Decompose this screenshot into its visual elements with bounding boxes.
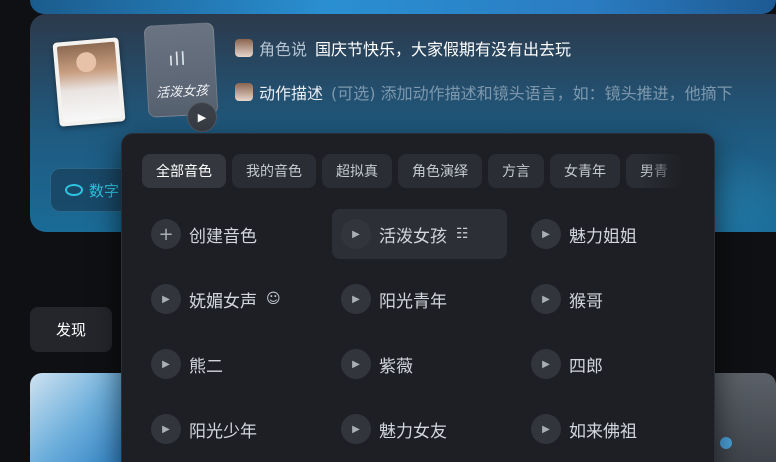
- dialogue-line[interactable]: 角色说 国庆节快乐，大家假期有没有出去玩: [235, 36, 571, 60]
- play-icon[interactable]: ▶: [341, 349, 371, 379]
- dialogue-label: 角色说: [259, 40, 308, 59]
- voice-label: 紫薇: [379, 356, 413, 377]
- voice-option[interactable]: ▶ 活泼女孩 ☷: [332, 209, 507, 259]
- play-icon[interactable]: ▶: [151, 349, 181, 379]
- tab-young-male[interactable]: 男青: [626, 154, 682, 188]
- voice-label: 四郎: [569, 356, 603, 377]
- play-icon[interactable]: ▶: [341, 219, 371, 249]
- top-banner-strip: [30, 0, 776, 14]
- digital-human-button[interactable]: 数字: [50, 168, 130, 212]
- voice-option[interactable]: ▶ 熊二: [142, 339, 317, 389]
- voice-label: 魅力女友: [379, 421, 447, 442]
- voice-option[interactable]: ▶ 阳光青年: [332, 274, 507, 324]
- voice-label: 妩媚女声: [189, 291, 257, 312]
- voice-label: 创建音色: [189, 226, 257, 247]
- voice-option[interactable]: ▶ 猴哥: [522, 274, 697, 324]
- voice-option[interactable]: ▶ 魅力女友: [332, 404, 507, 454]
- tab-role-play[interactable]: 角色演绎: [398, 154, 482, 188]
- play-icon[interactable]: ▶: [341, 284, 371, 314]
- play-icon[interactable]: ▶: [531, 349, 561, 379]
- voice-label: 阳光少年: [189, 421, 257, 442]
- voice-file-name: 活泼女孩: [155, 83, 209, 102]
- play-icon[interactable]: ▶: [187, 102, 217, 132]
- tab-young-female[interactable]: 女青年: [550, 154, 620, 188]
- mini-avatar: [235, 39, 253, 57]
- action-line[interactable]: 动作描述 (可选) 添加动作描述和镜头语言，如：镜头推进，他摘下: [235, 80, 733, 104]
- eye-icon: [65, 184, 83, 196]
- create-voice-button[interactable]: + 创建音色: [142, 209, 317, 259]
- voice-option[interactable]: ▶ 阳光少年: [142, 404, 317, 454]
- voice-label: 熊二: [189, 356, 223, 377]
- character-avatar[interactable]: [52, 37, 126, 127]
- tab-dialect[interactable]: 方言: [488, 154, 544, 188]
- voice-category-tabs: 全部音色 我的音色 超拟真 角色演绎 方言 女青年 男青: [142, 154, 682, 188]
- action-label: 动作描述: [259, 84, 324, 103]
- voice-picker-popover: 全部音色 我的音色 超拟真 角色演绎 方言 女青年 男青 + 创建音色 ▶ 活泼…: [121, 133, 715, 462]
- waveform-icon: ıll: [167, 48, 188, 71]
- tab-all-voices[interactable]: 全部音色: [142, 154, 226, 188]
- action-placeholder[interactable]: (可选) 添加动作描述和镜头语言，如：镜头推进，他摘下: [331, 80, 733, 104]
- clone-icon: ☺: [266, 291, 281, 307]
- voice-label: 阳光青年: [379, 291, 447, 312]
- voice-label: 活泼女孩: [379, 226, 447, 247]
- page: ıll 活泼女孩 ▶ 角色说 国庆节快乐，大家假期有没有出去玩 动作描述 (可选…: [0, 0, 776, 462]
- dialogue-text[interactable]: 国庆节快乐，大家假期有没有出去玩: [315, 36, 571, 60]
- settings-icon[interactable]: ☷: [456, 226, 469, 242]
- play-icon[interactable]: ▶: [151, 284, 181, 314]
- play-icon[interactable]: ▶: [531, 284, 561, 314]
- play-icon[interactable]: ▶: [341, 414, 371, 444]
- tab-my-voices[interactable]: 我的音色: [232, 154, 316, 188]
- play-icon[interactable]: ▶: [531, 219, 561, 249]
- discover-tab[interactable]: 发现: [30, 307, 112, 352]
- feed-thumbnail-left[interactable]: [30, 373, 130, 462]
- voice-label: 如来佛祖: [569, 421, 637, 442]
- voice-label: 猴哥: [569, 291, 603, 312]
- play-icon[interactable]: ▶: [151, 414, 181, 444]
- decorative-dot: [720, 437, 732, 449]
- voice-label: 魅力姐姐: [569, 226, 637, 247]
- voice-option[interactable]: ▶ 妩媚女声 ☺: [142, 274, 317, 324]
- mini-avatar: [235, 83, 253, 101]
- voice-option[interactable]: ▶ 魅力姐姐: [522, 209, 697, 259]
- character-photo: [56, 41, 122, 123]
- digital-human-label: 数字: [89, 181, 120, 200]
- voice-option[interactable]: ▶ 如来佛祖: [522, 404, 697, 454]
- voice-option[interactable]: ▶ 紫薇: [332, 339, 507, 389]
- tab-ultra-realistic[interactable]: 超拟真: [322, 154, 392, 188]
- play-icon[interactable]: ▶: [531, 414, 561, 444]
- plus-icon: +: [151, 219, 181, 249]
- voice-option[interactable]: ▶ 四郎: [522, 339, 697, 389]
